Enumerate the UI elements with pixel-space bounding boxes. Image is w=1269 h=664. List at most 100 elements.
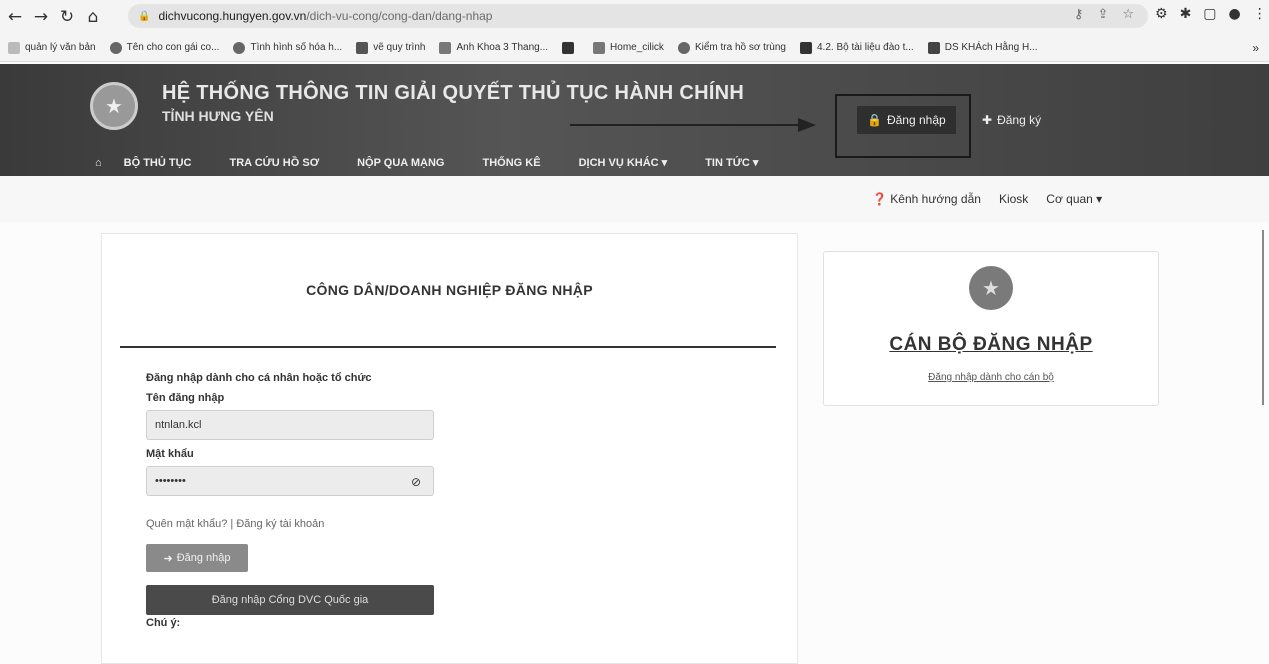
password-label: Mật khẩu	[146, 448, 194, 460]
bookmark-item[interactable]: Tình hình số hóa h...	[233, 41, 343, 54]
bookmark-label: 4.2. Bộ tài liệu đào t...	[816, 42, 914, 53]
nav-item-tin-tuc[interactable]: TIN TỨC ▾	[705, 156, 758, 169]
nav-item-nop-qua-mang[interactable]: NỘP QUA MẠNG	[357, 157, 444, 169]
police-badge-icon: ★	[969, 266, 1013, 310]
star-icon[interactable]: ☆	[1122, 7, 1134, 22]
aux-links: Quên mật khẩu? | Đăng ký tài khoản	[146, 518, 434, 530]
username-label: Tên đăng nhập	[146, 392, 225, 404]
link-separator: |	[230, 518, 234, 530]
login-button-label: Đăng nhập	[176, 552, 231, 564]
share-icon[interactable]: ⇪	[1097, 7, 1108, 22]
sidepanel-icon[interactable]: ▢	[1203, 6, 1216, 22]
forgot-password-link[interactable]: Quên mật khẩu?	[146, 518, 227, 530]
username-value: ntnlan.kcl	[155, 419, 202, 431]
home-icon[interactable]: ⌂	[82, 6, 104, 28]
bookmark-label: DS KHÁch Hằng H...	[944, 42, 1038, 53]
official-login-subtitle[interactable]: Đăng nhập dành cho cán bộ	[824, 372, 1158, 383]
extension-icon[interactable]: ⚙	[1155, 6, 1168, 22]
bookmark-item[interactable]: DS KHÁch Hằng H...	[927, 41, 1038, 54]
bookmark-item[interactable]: Anh Khoa 3 Thang...	[439, 41, 549, 54]
citizen-login-card: CÔNG DÂN/DOANH NGHIỆP ĐĂNG NHẬP Đăng nhậ…	[101, 233, 798, 664]
scrollbar[interactable]	[1262, 230, 1264, 405]
key-icon[interactable]: ⚷	[1074, 7, 1084, 22]
divider	[120, 346, 776, 348]
login-form: Đăng nhập dành cho cá nhân hoặc tổ chức …	[146, 372, 434, 629]
header-login-button[interactable]: 🔒 Đăng nhập	[857, 106, 956, 134]
forward-icon[interactable]: →	[30, 6, 52, 28]
reload-icon[interactable]: ↻	[56, 6, 78, 28]
username-input[interactable]: ntnlan.kcl	[146, 410, 434, 440]
official-login-title[interactable]: CÁN BỘ ĐĂNG NHẬP	[824, 334, 1158, 356]
bookmark-label: Anh Khoa 3 Thang...	[456, 42, 549, 53]
kiosk-link[interactable]: Kiosk	[999, 192, 1028, 206]
puzzle-icon[interactable]: ✱	[1180, 6, 1192, 22]
bookmark-item[interactable]: 4.2. Bộ tài liệu đào t...	[799, 41, 914, 54]
bookmark-label: Kiểm tra hồ sơ trùng	[694, 42, 786, 53]
bookmark-label: Home_cilick	[610, 42, 664, 53]
guide-label: Kênh hướng dẫn	[890, 192, 981, 206]
feather-icon	[562, 41, 575, 54]
bookmark-item[interactable]: Tên cho con gái co...	[109, 41, 220, 54]
site-icon	[233, 41, 246, 54]
sign-in-icon: ➜	[163, 552, 173, 565]
slides-icon	[356, 41, 369, 54]
bookmark-label: Tên cho con gái co...	[126, 42, 220, 53]
back-icon[interactable]: ←	[4, 6, 26, 28]
nav-item-thu-tuc[interactable]: BỘ THỦ TỤC	[124, 157, 192, 169]
bookmark-label: Tình hình số hóa h...	[250, 42, 343, 53]
bookmark-item[interactable]: quản lý văn bản	[8, 41, 96, 54]
address-bar[interactable]: 🔒 dichvucong.hungyen.gov.vn /dich-vu-con…	[128, 4, 1148, 28]
citizen-login-title: CÔNG DÂN/DOANH NGHIỆP ĐĂNG NHẬP	[306, 282, 593, 298]
sub-bar: ❓ Kênh hướng dẫn Kiosk Cơ quan ▾	[0, 176, 1269, 222]
header-login-label: Đăng nhập	[886, 113, 946, 127]
header-register-label: Đăng ký	[997, 113, 1042, 127]
bookmark-item[interactable]: vẽ quy trình	[356, 41, 426, 54]
bookmark-item[interactable]: Home_cilick	[593, 41, 664, 54]
site-subtitle: TỈNH HƯNG YÊN	[162, 108, 274, 124]
site-icon	[677, 41, 690, 54]
guide-link[interactable]: ❓ Kênh hướng dẫn	[872, 192, 981, 206]
menu-kebab-icon[interactable]: ⋮	[1253, 6, 1267, 22]
bookmark-item[interactable]	[562, 41, 579, 54]
url-path: /dich-vu-cong/cong-dan/dang-nhap	[306, 9, 493, 23]
site-title[interactable]: HỆ THỐNG THÔNG TIN GIẢI QUYẾT THỦ TỤC HÀ…	[162, 82, 744, 105]
annotation-arrow-head	[798, 118, 816, 132]
agency-dropdown[interactable]: Cơ quan ▾	[1046, 192, 1102, 206]
password-value: ••••••••	[155, 475, 186, 487]
lock-icon: 🔒	[867, 113, 882, 127]
nav-item-thong-ke[interactable]: THỐNG KÊ	[483, 157, 541, 169]
extension-icons: ⚙ ✱ ▢ ● ⋮	[1155, 6, 1267, 22]
login-description: Đăng nhập dành cho cá nhân hoặc tổ chức	[146, 372, 372, 384]
register-account-link[interactable]: Đăng ký tài khoản	[236, 518, 324, 530]
feather-icon	[799, 41, 812, 54]
bookmarks-more-icon[interactable]: »	[1252, 41, 1259, 55]
password-input[interactable]: •••••••• ⊘	[146, 466, 434, 496]
login-button[interactable]: ➜ Đăng nhập	[146, 544, 248, 572]
official-login-card[interactable]: ★ CÁN BỘ ĐĂNG NHẬP Đăng nhập dành cho cá…	[823, 251, 1159, 406]
info-icon: ❓	[872, 192, 887, 206]
lock-icon: 🔒	[138, 10, 151, 22]
nav-item-tra-cuu[interactable]: TRA CỨU HỒ SƠ	[229, 157, 319, 169]
url-host: dichvucong.hungyen.gov.vn	[158, 9, 307, 23]
bookmark-item[interactable]: Kiểm tra hồ sơ trùng	[677, 41, 786, 54]
eye-slash-icon[interactable]: ⊘	[411, 475, 421, 489]
drive-icon	[439, 41, 452, 54]
page-icon	[8, 41, 20, 54]
home-icon[interactable]: ⌂	[95, 157, 102, 169]
omnibox-actions: ⚷ ⇪ ☆	[1074, 7, 1134, 22]
bookmarks-bar: quản lý văn bản Tên cho con gái co... Tì…	[0, 34, 1269, 62]
sub-links: ❓ Kênh hướng dẫn Kiosk Cơ quan ▾	[872, 192, 1102, 206]
browser-toolbar: ← → ↻ ⌂ 🔒 dichvucong.hungyen.gov.vn /dic…	[0, 0, 1269, 34]
main-nav: ⌂ BỘ THỦ TỤC TRA CỨU HỒ SƠ NỘP QUA MẠNG …	[95, 156, 796, 170]
national-emblem-icon[interactable]: ★	[90, 82, 138, 130]
header-register-button[interactable]: ✚ Đăng ký	[972, 106, 1051, 134]
nav-item-dich-vu-khac[interactable]: DỊCH VỤ KHÁC ▾	[579, 156, 668, 169]
national-portal-login-button[interactable]: Đăng nhập Cổng DVC Quốc gia	[146, 585, 434, 615]
sheet-icon	[927, 41, 940, 54]
bookmark-label: vẽ quy trình	[373, 42, 426, 53]
user-plus-icon: ✚	[982, 113, 993, 127]
bookmark-label: quản lý văn bản	[25, 42, 96, 53]
profile-avatar-icon[interactable]: ●	[1229, 6, 1241, 22]
note-heading: Chú ý:	[146, 617, 181, 629]
site-icon	[109, 41, 122, 54]
